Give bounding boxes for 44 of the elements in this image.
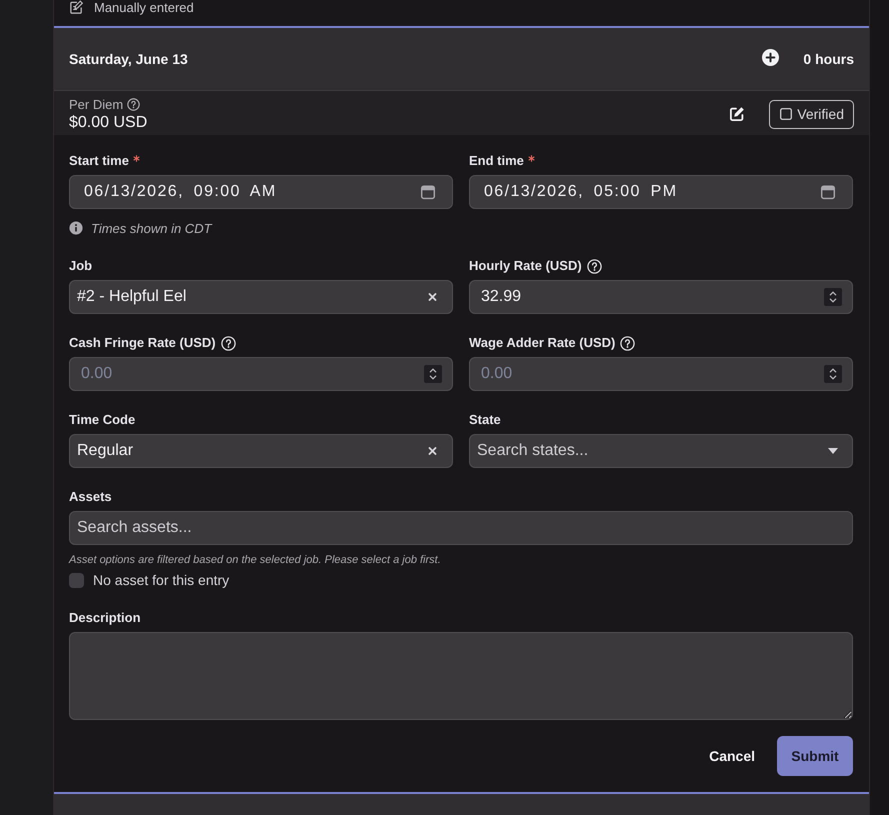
field-label: End time [469, 153, 524, 169]
search-field[interactable]: Search assets... [69, 511, 853, 545]
submit-button[interactable]: Submit [777, 736, 853, 776]
entry-source: Manually entered [94, 0, 194, 15]
number-field[interactable]: 0.00 [69, 357, 453, 391]
day-title: Saturday, June 13 [69, 51, 188, 67]
field-label: Time Code [69, 412, 136, 428]
caret-icon[interactable] [828, 448, 838, 454]
select-field[interactable]: Regular [69, 434, 453, 468]
hours-total: 0 hours [803, 51, 854, 67]
stepper-icon[interactable] [824, 288, 842, 306]
number-field[interactable]: 32.99 [469, 280, 853, 314]
datetime-field[interactable]: 06/13/2026, 05:00 PM [469, 175, 853, 209]
datetime-field[interactable]: 06/13/2026, 09:00 AM [69, 175, 453, 209]
info-icon [69, 221, 83, 235]
select-field[interactable]: #2 - Helpful Eel [69, 280, 453, 314]
number-field[interactable]: 0.00 [469, 357, 853, 391]
field-label: Hourly Rate (USD) [469, 258, 582, 274]
field-label: Cash Fringe Rate (USD) [69, 335, 216, 351]
field-label: Wage Adder Rate (USD) [469, 335, 616, 351]
field-hint: Asset options are filtered based on the selected job. Please select a job first. [69, 553, 442, 567]
field-label: Description [69, 610, 141, 626]
textarea-field[interactable] [69, 632, 853, 720]
calendar-icon[interactable] [820, 184, 836, 200]
edit-icon[interactable] [729, 106, 746, 122]
field-label: Start time [69, 153, 129, 169]
field-label: Job [69, 258, 92, 274]
calendar-icon[interactable] [420, 184, 436, 200]
checkbox[interactable] [69, 572, 84, 588]
stepper-icon[interactable] [424, 365, 442, 383]
cancel-button[interactable]: Cancel [697, 736, 767, 776]
checkbox-label: No asset for this entry [93, 572, 230, 588]
select-field[interactable]: Search states... [469, 434, 853, 468]
clear-icon[interactable] [428, 446, 437, 456]
edit-note-icon [69, 0, 84, 15]
field-note: Times shown in CDT [91, 220, 212, 236]
plus-circle-icon[interactable] [762, 48, 780, 66]
clear-icon[interactable] [428, 292, 437, 302]
verified-button[interactable]: Verified [769, 100, 854, 128]
per-diem-amount: $0.00 USD [69, 112, 148, 132]
per-diem-label: Per Diem [69, 96, 124, 112]
stepper-icon[interactable] [824, 365, 842, 383]
field-label: Assets [69, 489, 112, 505]
field-label: State [469, 412, 501, 428]
